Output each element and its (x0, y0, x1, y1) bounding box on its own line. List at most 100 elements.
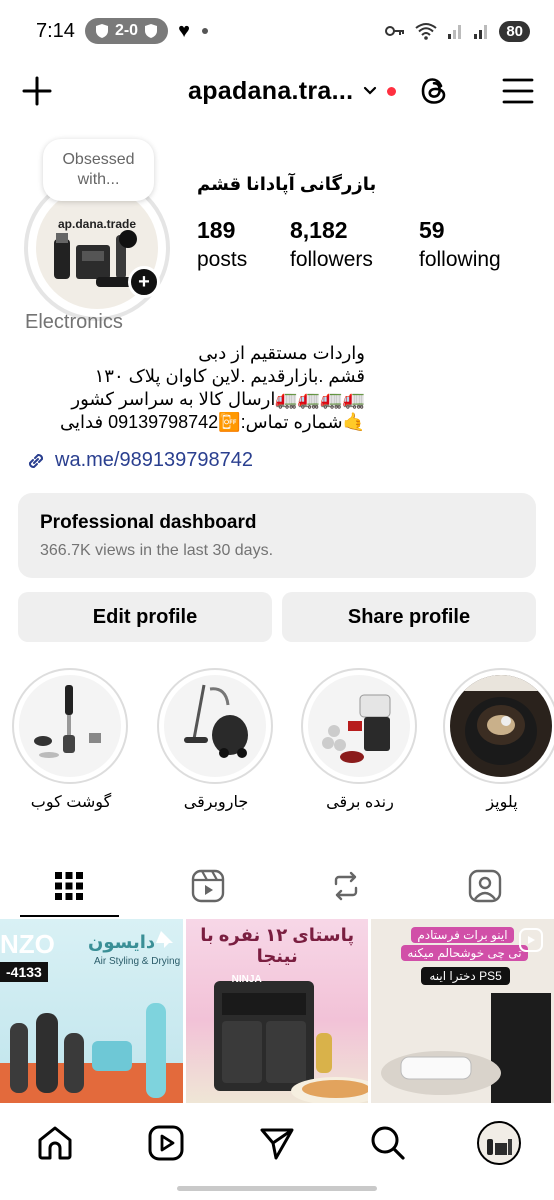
signal-icon (474, 25, 488, 39)
threads-icon (422, 78, 446, 104)
followers-count: 8,182 (290, 217, 348, 243)
signal-icon (448, 25, 462, 39)
account-switcher[interactable]: apadana.tra... (188, 76, 397, 106)
highlight-item[interactable]: جاروبرقی (157, 668, 275, 812)
tab-tagged[interactable] (416, 855, 554, 917)
bio-line: 🚛🚛🚛🚛ارسال کالا به سراسر کشور (71, 389, 365, 409)
tagged-person-icon (468, 869, 501, 903)
tab-reels[interactable] (139, 855, 278, 917)
post-title-text: پاستای ۱۲ نفره با نینجا (200, 925, 355, 966)
profile-category: Electronics (25, 311, 123, 333)
bio-line: قشم .بازارقدیم .لاین کاوان پلاک ۱۳۰ (94, 366, 365, 386)
reels-icon (191, 869, 224, 903)
highlight-cover (164, 675, 266, 777)
add-story-button[interactable]: + (128, 266, 160, 298)
profile-bio: واردات مستقیم از دبی قشم .بازارقدیم .لای… (25, 342, 365, 434)
share-profile-button[interactable]: Share profile (282, 592, 536, 642)
post-thumbnail[interactable]: پاستای ۱۲ نفره با نینجا NINJA (185, 919, 369, 1103)
nav-reels[interactable] (136, 1113, 196, 1173)
post-subtitle-text: Air Styling & Drying (94, 956, 181, 967)
tab-grid[interactable] (0, 855, 139, 917)
posts-grid: NZO -4133 دایسون Air Styling & Drying پا… (0, 919, 554, 1103)
nav-home[interactable] (25, 1113, 85, 1173)
posts-label: posts (197, 248, 248, 271)
post-caption-text: تی چی خوشحالم میکنه (401, 945, 528, 961)
highlight-label: رنده برقی (326, 794, 394, 811)
profile-link-text: wa.me/989139798742 (55, 449, 253, 471)
edit-profile-button[interactable]: Edit profile (18, 592, 272, 642)
reel-badge-icon (519, 928, 544, 952)
highlight-item[interactable]: رنده برقی (301, 668, 419, 812)
rice-cooker-picture (450, 675, 552, 765)
score-pill: 2-0 (84, 18, 169, 44)
notification-dot-icon (201, 28, 208, 34)
send-icon (260, 1128, 294, 1160)
threads-button[interactable] (416, 73, 452, 109)
post-title-text: دایسون (88, 932, 156, 952)
nav-send[interactable] (247, 1113, 307, 1173)
vacuum-picture (184, 684, 248, 758)
post-brand-text: NZO (0, 929, 55, 959)
highlight-ring (157, 668, 273, 784)
plus-icon (22, 76, 52, 106)
post-caption-text: اینو برات فرستادم (411, 927, 514, 943)
post-thumbnail[interactable]: NZO -4133 دایسون Air Styling & Drying (0, 919, 183, 1103)
highlight-cover (19, 675, 121, 777)
status-time: 7:14 (36, 19, 75, 42)
dashboard-subtitle: 366.7K views in the last 30 days. (40, 542, 274, 559)
nav-profile[interactable] (469, 1113, 529, 1173)
reels-icon (148, 1125, 184, 1161)
shield-icon (95, 24, 108, 38)
hair-styler-picture (0, 1003, 183, 1103)
post-code-text: -4133 (0, 962, 48, 982)
following-stat[interactable]: 59 following (419, 217, 501, 272)
profile-tabs (0, 855, 554, 917)
highlight-cover (308, 675, 410, 777)
bio-line: واردات مستقیم از دبی (198, 343, 365, 363)
active-tab-indicator (20, 915, 119, 917)
profile-stats: 189 posts 8,182 followers 59 following (197, 217, 501, 272)
highlight-label: پلوپز (486, 794, 518, 811)
highlight-label: جاروبرقی (183, 794, 249, 811)
highlight-ring (12, 668, 128, 784)
followers-stat[interactable]: 8,182 followers (290, 217, 419, 272)
highlight-label: گوشت کوب (30, 794, 112, 811)
username: apadana.tra... (188, 76, 354, 105)
display-name: بازرگانی آپادانا قشم (197, 174, 377, 194)
profile-avatar-small (476, 1121, 521, 1165)
following-label: following (419, 248, 501, 271)
status-right: 80 (385, 20, 530, 42)
story-highlights: گوشت کوب جاروبرقی رنده برقی پلوپز (0, 668, 554, 818)
tab-reposts[interactable] (277, 855, 416, 917)
highlight-item[interactable]: پلوپز (443, 668, 554, 812)
create-button[interactable] (18, 72, 56, 110)
console-picture (381, 993, 552, 1103)
hamburger-menu-icon (502, 78, 534, 104)
battery-indicator: 80 (499, 20, 530, 42)
repost-icon (335, 871, 358, 901)
highlight-ring (301, 668, 417, 784)
post-thumbnail[interactable]: اینو برات فرستادم تی چی خوشحالم میکنه PS… (371, 919, 554, 1103)
highlight-item[interactable]: گوشت کوب (12, 668, 130, 812)
profile-link[interactable]: wa.me/989139798742 (25, 449, 253, 472)
appliances-picture (486, 1139, 512, 1155)
chevron-down-icon (364, 86, 377, 95)
profile-header: apadana.tra... (0, 62, 554, 120)
posts-count: 189 (197, 217, 236, 243)
score-text: 2-0 (114, 22, 139, 39)
post-brand-text: NINJA (231, 974, 262, 985)
posts-stat[interactable]: 189 posts (197, 217, 290, 272)
grid-icon (55, 872, 84, 900)
link-icon (28, 453, 44, 468)
menu-button[interactable] (500, 73, 536, 109)
highlight-ring (443, 668, 554, 784)
bio-line: 🤙شماره تماس:📴09139798742 فدایی (60, 412, 365, 432)
search-icon (371, 1126, 405, 1160)
notification-dot-icon (387, 86, 397, 96)
status-bar: 7:14 2-0 ♥ 80 (0, 0, 554, 62)
bottom-navigation (0, 1103, 554, 1183)
professional-dashboard[interactable]: Professional dashboard 366.7K views in t… (18, 493, 536, 578)
nav-search[interactable] (358, 1113, 418, 1173)
profile-note[interactable]: Obsessed with... (43, 139, 154, 201)
dashboard-title: Professional dashboard (40, 512, 257, 533)
